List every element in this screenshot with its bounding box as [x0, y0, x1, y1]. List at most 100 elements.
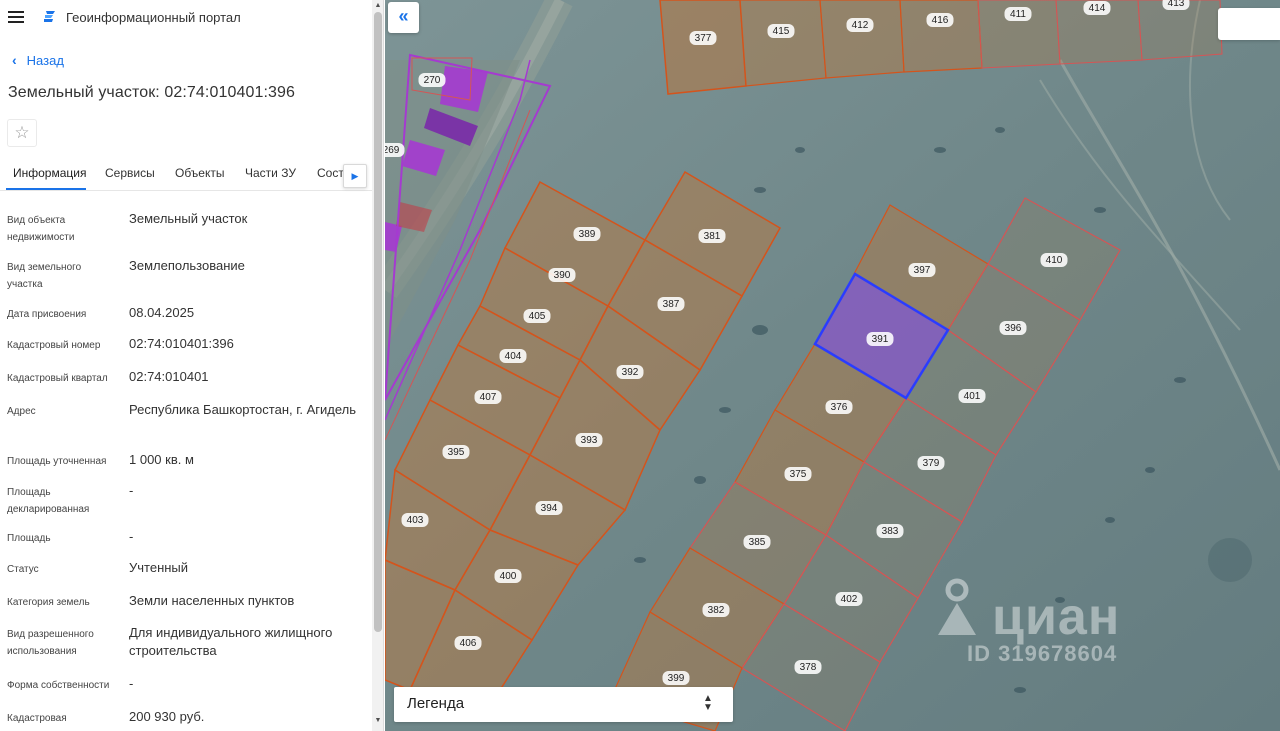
svg-text:377: 377 [695, 33, 712, 44]
legend-label: Легенда [407, 695, 465, 712]
plot-label-399: 399 [662, 671, 690, 685]
plot-label-391: 391 [866, 332, 894, 346]
map-canvas[interactable]: 377 415 412 416 411 414 413 270 269 389 381 397 410 3… [385, 0, 1280, 731]
double-chevron-left-icon[interactable]: « [388, 2, 419, 33]
plot-label-377: 377 [689, 31, 717, 45]
plot-label-411: 411 [1004, 7, 1032, 21]
plot-label-389: 389 [573, 227, 601, 241]
attr-value: 02:74:010401 [129, 369, 209, 384]
svg-text:270: 270 [424, 75, 441, 86]
tab-information[interactable]: Информация [13, 166, 86, 180]
hamburger-menu-icon[interactable] [8, 11, 24, 23]
plot-label-393: 393 [575, 433, 603, 447]
attr-label: Площадь [7, 533, 51, 544]
svg-text:412: 412 [852, 20, 869, 31]
svg-text:405: 405 [529, 311, 546, 322]
plot-label-385: 385 [743, 535, 771, 549]
attr-value: Республика Башкортостан, г. Агидель [129, 402, 357, 417]
attr-value: - [129, 676, 134, 691]
plot-label-405: 405 [523, 309, 551, 323]
attr-label: Кадастровая [7, 713, 67, 724]
plot-label-412: 412 [846, 18, 874, 32]
plot-label-269: 269 [385, 143, 405, 157]
plot-label-415: 415 [767, 24, 795, 38]
svg-text:389: 389 [579, 229, 596, 240]
plot-label-378: 378 [794, 660, 822, 674]
svg-text:399: 399 [668, 673, 685, 684]
star-icon[interactable]: ☆ [7, 119, 37, 147]
scrollbar-thumb[interactable] [374, 12, 382, 632]
svg-text:406: 406 [460, 638, 477, 649]
plot-label-270: 270 [418, 73, 446, 87]
svg-text:391: 391 [872, 334, 889, 345]
svg-text:407: 407 [480, 392, 497, 403]
svg-text:392: 392 [622, 367, 639, 378]
plot-label-413: 413 [1162, 0, 1190, 10]
back-link[interactable]: ‹ Назад [12, 52, 64, 68]
svg-text:410: 410 [1046, 255, 1063, 266]
legend-dropdown[interactable]: Легенда ▲ ▼ [394, 687, 733, 722]
tab-services[interactable]: Сервисы [105, 166, 155, 180]
attr-label: Площадь уточненная [7, 456, 107, 467]
plot-label-400: 400 [494, 569, 522, 583]
plot-label-402: 402 [835, 592, 863, 606]
page-title: Земельный участок: 02:74:010401:396 [8, 84, 296, 101]
tab-scroll-right-icon[interactable]: ▶ [343, 164, 367, 188]
svg-text:381: 381 [704, 231, 721, 242]
svg-text:390: 390 [554, 270, 571, 281]
attr-value: 02:74:010401:396 [129, 336, 234, 351]
attr-label: Вид земельного участка [7, 262, 82, 290]
svg-text:393: 393 [581, 435, 598, 446]
map-view[interactable]: 377 415 412 416 411 414 413 270 269 389 381 397 410 3… [385, 0, 1280, 731]
tab-parts[interactable]: Части ЗУ [245, 166, 296, 180]
svg-text:402: 402 [841, 594, 858, 605]
tab-objects[interactable]: Объекты [175, 166, 225, 180]
attr-value: Землепользование [129, 258, 245, 273]
plot-label-397: 397 [908, 263, 936, 277]
plot-label-376: 376 [825, 400, 853, 414]
attr-value: Для индивидуального жилищного строительс… [129, 625, 333, 658]
panel-header: Геоинформационный портал [0, 0, 372, 36]
svg-text:269: 269 [385, 145, 400, 156]
attr-value: 200 930 руб. [129, 709, 205, 724]
svg-text:400: 400 [500, 571, 517, 582]
tab-composition[interactable]: Состав [317, 166, 343, 180]
chevron-left-icon: ‹ [12, 52, 17, 68]
map-toolbar-button[interactable] [1218, 8, 1280, 40]
svg-text:375: 375 [790, 469, 807, 480]
plot-label-404: 404 [499, 349, 527, 363]
plot-label-414: 414 [1083, 1, 1111, 15]
plot-label-410: 410 [1040, 253, 1068, 267]
plot-label-390: 390 [548, 268, 576, 282]
svg-text:415: 415 [773, 26, 790, 37]
panel-scrollbar[interactable]: ▲ ▼ [372, 0, 384, 731]
attr-value: Земельный участок [129, 211, 248, 226]
attr-label: Вид объекта недвижимости [7, 215, 75, 243]
plot-label-382: 382 [702, 603, 730, 617]
svg-text:414: 414 [1089, 3, 1106, 14]
svg-text:411: 411 [1010, 9, 1026, 20]
plot-label-379: 379 [917, 456, 945, 470]
plot-label-403: 403 [401, 513, 429, 527]
attr-label: Категория земель [7, 597, 90, 608]
attr-label: Кадастровый квартал [7, 373, 108, 384]
plot-label-416: 416 [926, 13, 954, 27]
svg-text:385: 385 [749, 537, 766, 548]
attr-label: Статус [7, 564, 39, 575]
svg-text:376: 376 [831, 402, 848, 413]
svg-text:383: 383 [882, 526, 899, 537]
svg-text:401: 401 [964, 391, 981, 402]
geoportal-logo-icon [44, 11, 55, 22]
plot-label-375: 375 [784, 467, 812, 481]
attr-label: Вид разрешенного использования [7, 629, 94, 657]
plot-label-396: 396 [999, 321, 1027, 335]
attr-label: Площадь декларированная [7, 487, 90, 515]
attr-value: 08.04.2025 [129, 305, 195, 320]
plot-label-381: 381 [698, 229, 726, 243]
svg-text:413: 413 [1168, 0, 1185, 9]
scroll-down-icon[interactable]: ▼ [372, 715, 384, 727]
svg-text:397: 397 [914, 265, 931, 276]
scroll-up-icon[interactable]: ▲ [372, 0, 384, 12]
plot-label-394: 394 [535, 501, 563, 515]
plot-label-401: 401 [958, 389, 986, 403]
